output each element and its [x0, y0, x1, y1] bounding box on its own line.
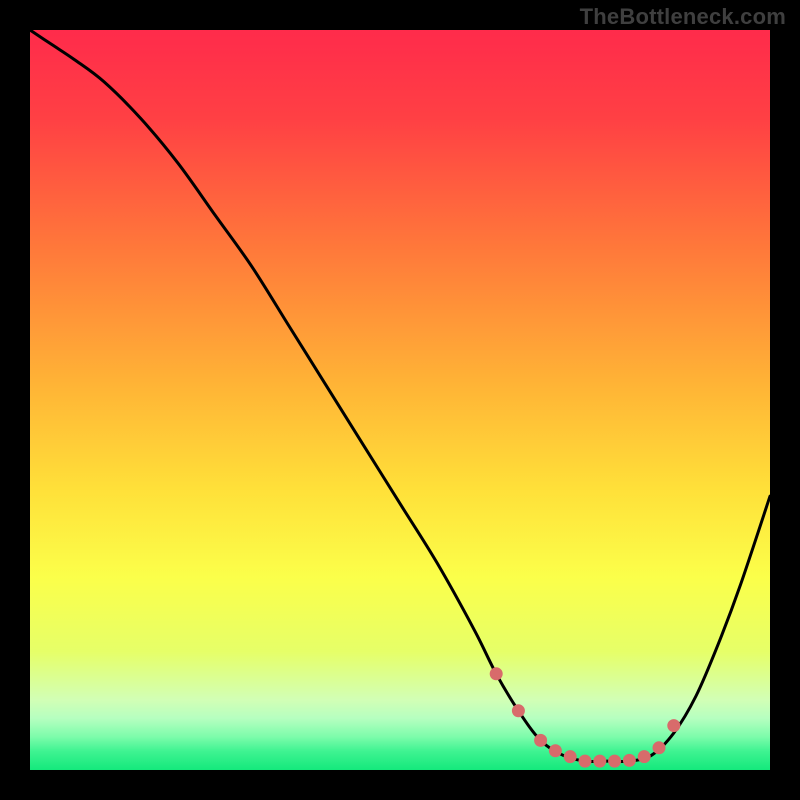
marker-dot [564, 750, 577, 763]
marker-dot [608, 755, 621, 768]
marker-dot [667, 719, 680, 732]
bottleneck-chart [30, 30, 770, 770]
bottleneck-curve-path [30, 30, 770, 762]
marker-dot [549, 744, 562, 757]
marker-dot [638, 750, 651, 763]
marker-dot [653, 741, 666, 754]
marker-dot [512, 704, 525, 717]
marker-dot [623, 754, 636, 767]
marker-dot [534, 734, 547, 747]
optimal-region-markers [490, 667, 681, 767]
watermark-text: TheBottleneck.com [580, 4, 786, 30]
marker-dot [490, 667, 503, 680]
plot-area [30, 30, 770, 770]
chart-frame: TheBottleneck.com [0, 0, 800, 800]
marker-dot [579, 755, 592, 768]
marker-dot [593, 755, 606, 768]
